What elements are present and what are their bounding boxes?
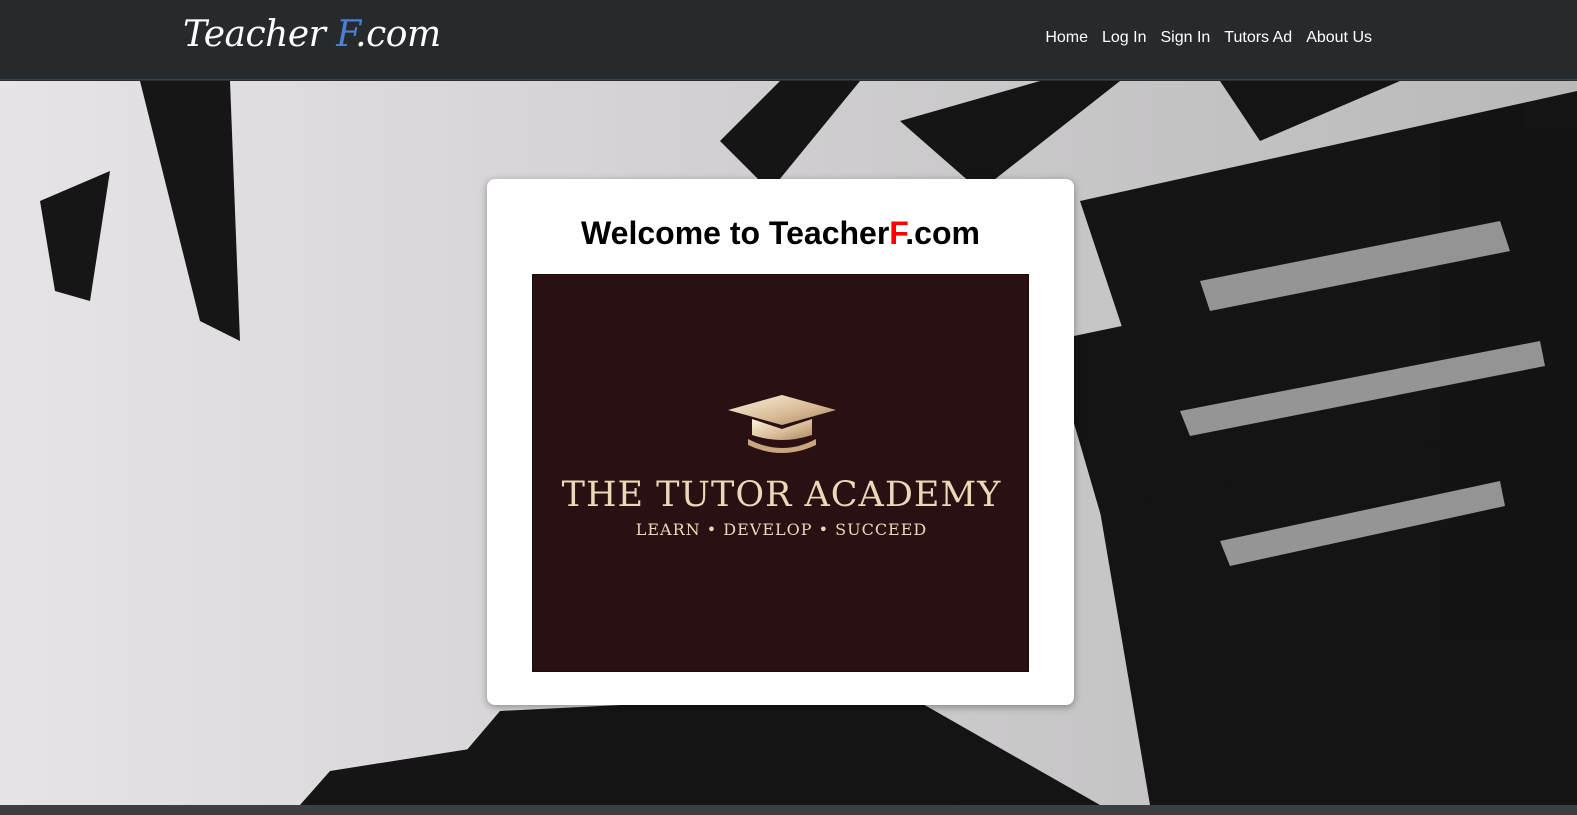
brand-main: Teacher <box>183 14 337 55</box>
academy-title: THE TUTOR ACADEMY <box>561 475 1002 515</box>
main-nav: Home Log In Sign In Tutors Ad About Us <box>1045 29 1372 47</box>
academy-tagline: LEARN • DEVELOP • SUCCEED <box>635 520 928 539</box>
welcome-highlight: F <box>889 215 906 251</box>
tutor-academy-image: THE TUTOR ACADEMY LEARN • DEVELOP • SUCC… <box>532 274 1029 672</box>
welcome-card: Welcome to TeacherF.com THE TUTOR ACADEM… <box>487 179 1074 705</box>
nav-signin-link[interactable]: Sign In <box>1160 29 1210 47</box>
nav-home-link[interactable]: Home <box>1045 29 1088 47</box>
welcome-heading: Welcome to TeacherF.com <box>487 215 1074 252</box>
nav-login-link[interactable]: Log In <box>1102 29 1146 47</box>
welcome-prefix: Welcome to Teacher <box>581 215 890 251</box>
welcome-suffix: .com <box>905 215 980 251</box>
navbar: Teacher F.com Home Log In Sign In Tutors… <box>0 0 1577 80</box>
page-bottom-strip <box>0 805 1577 815</box>
graduation-cap-icon <box>728 395 836 453</box>
nav-tutors-ad-link[interactable]: Tutors Ad <box>1224 29 1292 47</box>
brand-tail: .com <box>355 14 441 55</box>
brand-accent: F <box>336 14 356 55</box>
nav-about-us-link[interactable]: About Us <box>1306 29 1372 47</box>
brand-logo[interactable]: Teacher F.com <box>183 14 441 62</box>
